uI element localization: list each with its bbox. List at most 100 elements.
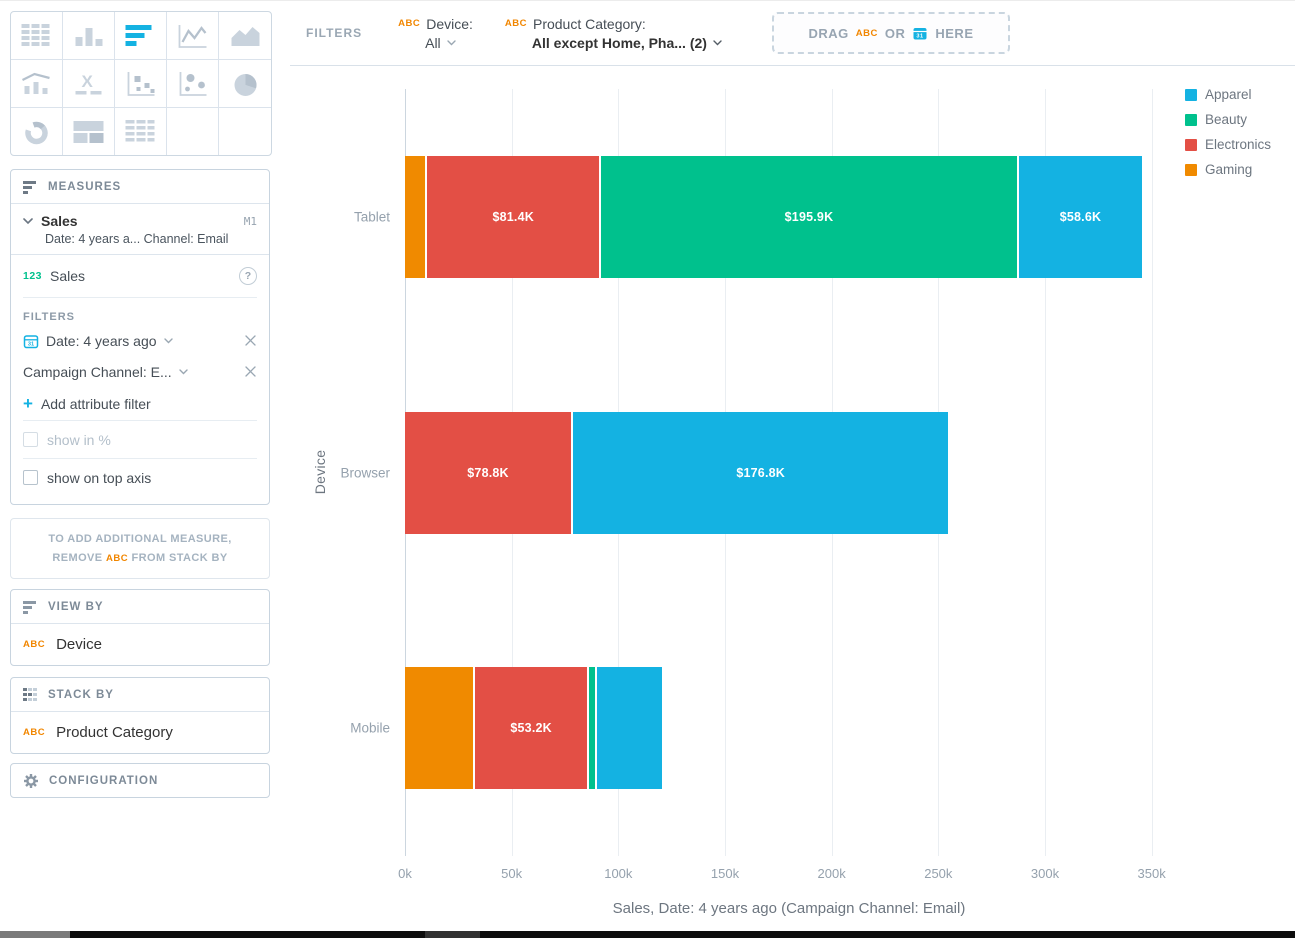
bar-segment-beauty-tablet[interactable]: $195.9K [601,156,1019,278]
bar-row-tablet: $81.4K $195.9K $58.6K [405,156,1173,278]
filter-product-category-value: All except Home, Pha... (2) [532,35,707,51]
view-by-item-label: Device [56,636,102,653]
remove-date-filter-icon[interactable] [244,334,257,347]
show-on-top-axis-checkbox[interactable] [23,470,38,485]
filter-chip-device[interactable]: ABC Device: All [398,16,473,51]
y-category-label: Tablet [290,209,390,224]
bar-segment-beauty-mobile[interactable] [589,667,598,789]
bottom-bar-segment [425,931,480,938]
add-attribute-filter-button[interactable]: + Add attribute filter [23,387,257,421]
viz-type-pie-chart[interactable] [219,60,271,108]
x-tick-label: 350k [1138,866,1166,881]
legend-swatch [1185,139,1197,151]
show-in-percent-row: show in % [23,421,257,459]
stack-by-header: STACK BY [11,678,269,712]
legend-label: Electronics [1205,137,1271,152]
dropzone-word-drag: DRAG [809,26,849,41]
legend-swatch [1185,114,1197,126]
x-tick-label: 200k [818,866,846,881]
attribute-filter[interactable]: Campaign Channel: E... [23,356,257,387]
add-attribute-filter-label: Add attribute filter [41,396,151,412]
configuration-header[interactable]: CONFIGURATION [11,764,269,797]
show-on-top-axis-label: show on top axis [47,470,151,486]
bar-segment-apparel-mobile[interactable] [597,667,663,789]
bar-segment-gaming-tablet[interactable] [405,156,427,278]
measure-field-name: Sales [50,268,85,284]
chevron-down-icon [713,40,722,46]
chevron-down-icon [447,40,456,46]
bar-segment-electronics-browser[interactable]: $78.8K [405,412,573,534]
attribute-tag-icon: ABC [23,639,45,650]
viz-type-combo-chart[interactable] [11,60,63,108]
viz-type-column-chart[interactable] [63,12,115,60]
legend-item-apparel[interactable]: Apparel [1185,82,1271,107]
scatter-plot-icon [124,70,157,98]
filter-chip-product-category[interactable]: ABC Product Category: All except Home, P… [505,16,722,51]
view-by-item-device[interactable]: ABC Device [11,624,269,665]
line-chart-icon [176,22,209,50]
note-line1: TO ADD ADDITIONAL MEASURE, [48,533,231,545]
remove-attribute-filter-icon[interactable] [244,365,257,378]
viz-type-bar-chart[interactable] [115,12,167,60]
bar-segment-apparel-browser[interactable]: $176.8K [573,412,950,534]
viz-type-empty-cell [219,108,271,155]
table-icon [20,22,53,50]
viz-type-table[interactable] [11,12,63,60]
stack-by-item-product-category[interactable]: ABC Product Category [11,712,269,753]
bar-segment-electronics-mobile[interactable]: $53.2K [475,667,588,789]
legend-item-electronics[interactable]: Electronics [1185,132,1271,157]
viz-type-scatter-plot[interactable] [115,60,167,108]
measure-subtitle: Date: 4 years a... Channel: Email [45,232,257,246]
x-tick-label: 0k [398,866,412,881]
numeric-field-icon: 123 [23,270,42,282]
stack-by-item-label: Product Category [56,724,173,741]
bar-data-label: $81.4K [492,210,534,224]
legend-item-beauty[interactable]: Beauty [1185,107,1271,132]
configuration-panel[interactable]: CONFIGURATION [10,763,270,798]
configuration-title: CONFIGURATION [49,775,158,787]
filter-drop-zone[interactable]: DRAG ABC OR 31 HERE [772,12,1010,54]
measure-item-sales[interactable]: Sales M1 Date: 4 years a... Channel: Ema… [11,204,269,255]
filter-device-name: Device: [426,16,473,32]
svg-text:31: 31 [917,34,924,40]
x-axis-title: Sales, Date: 4 years ago (Campaign Chann… [405,900,1173,917]
gear-icon [23,773,39,789]
attribute-tag-icon: ABC [106,553,128,564]
date-filter[interactable]: 31 Date: 4 years ago [23,325,257,356]
show-in-percent-checkbox [23,432,38,447]
donut-chart-icon [20,118,53,146]
attribute-tag-icon: ABC [398,18,420,29]
measure-filters-label: FILTERS [23,311,257,323]
visualization-picker: X [10,11,272,156]
bar-data-label: $195.9K [785,210,834,224]
bar-data-label: $53.2K [510,721,552,735]
attribute-tag-icon: ABC [505,18,527,29]
bar-segment-apparel-tablet[interactable]: $58.6K [1019,156,1144,278]
bar-segment-electronics-tablet[interactable]: $81.4K [427,156,601,278]
viz-type-treemap[interactable] [63,108,115,155]
legend-item-gaming[interactable]: Gaming [1185,157,1271,182]
viz-type-bubble-chart[interactable] [167,60,219,108]
x-tick-label: 100k [604,866,632,881]
filter-product-category-name: Product Category: [533,16,646,32]
legend-swatch [1185,164,1197,176]
viz-type-line-chart[interactable] [167,12,219,60]
area-chart-icon [229,22,262,50]
x-tick-label: 300k [1031,866,1059,881]
viz-type-area-chart[interactable] [219,12,271,60]
help-icon[interactable]: ? [239,267,257,285]
chevron-down-icon[interactable] [23,218,33,225]
plot-area: $81.4K $195.9K $58.6K $78.8K$176.8K $53.2K [405,89,1173,856]
viz-type-headline[interactable]: X [63,60,115,108]
attribute-tag-icon: ABC [23,727,45,738]
treemap-icon [72,118,105,146]
measures-title: MEASURES [48,181,121,193]
svg-text:31: 31 [28,341,34,347]
calendar-icon: 31 [912,25,928,41]
viz-type-heatmap[interactable] [115,108,167,155]
viz-type-donut-chart[interactable] [11,108,63,155]
bar-segment-gaming-mobile[interactable] [405,667,475,789]
show-in-percent-label: show in % [47,432,111,448]
attribute-filter-label: Campaign Channel: E... [23,364,172,380]
show-on-top-axis-row[interactable]: show on top axis [23,459,257,496]
